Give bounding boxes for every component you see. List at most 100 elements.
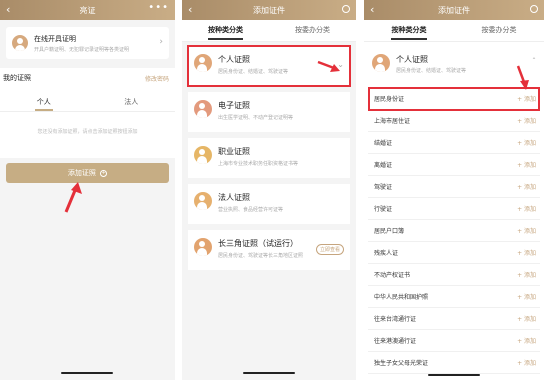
online-certificate-card[interactable]: 在线开具证明 开具户籍证明、无犯罪记录证明等各类证明 ›: [6, 27, 169, 59]
cert-name: 行驶证: [374, 206, 393, 213]
view-now-badge[interactable]: 立即查看: [315, 244, 344, 255]
cert-type-tabs: 个人 法人: [0, 92, 175, 112]
cert-name: 结婚证: [374, 140, 393, 147]
cert-name: 残疾人证: [374, 250, 399, 257]
screen-my-certificates: ‹ 亮证 ••• 在线开具证明 开具户籍证明、无犯罪记录证明等各类证明 › 我的…: [0, 0, 175, 380]
more-dots-icon[interactable]: •••: [148, 2, 169, 13]
cert-name: 往来港澳通行证: [374, 338, 417, 345]
cert-list-item[interactable]: 独生子女父母光荣证 + 添加: [368, 352, 540, 374]
tab-indicator: [35, 109, 53, 111]
header-subtitle: 居民身份证、结婚证、驾驶证等: [396, 68, 467, 74]
home-indicator: [428, 374, 480, 376]
category-professional[interactable]: 职业证照 上海市专业技术职务任职资格证书等: [188, 138, 350, 178]
briefcase-icon: [194, 146, 212, 164]
screen-personal-cert-list: ‹ 添加证件 按种类分类 按委办分类 个人证照 居民身份证、结婚证、驾驶证等 ˆ…: [364, 0, 544, 380]
modify-password-link[interactable]: 修改密码: [145, 74, 169, 83]
page-title: 添加证件: [438, 5, 470, 15]
add-certificate-label: 添加证照: [67, 169, 96, 177]
category-subtitle: 出生医学证明、不动产登记证明等: [218, 115, 294, 121]
person-icon: [372, 54, 390, 72]
cert-name: 离婚证: [374, 162, 393, 169]
home-indicator: [243, 372, 295, 374]
my-certs-section: 我的证照 修改密码 个人 法人 您还没有添加证照，请点击添加证照按钮添加: [0, 68, 175, 158]
annotation-arrow-icon: [317, 60, 340, 72]
empty-hint: 您还没有添加证照，请点击添加证照按钮添加: [37, 129, 138, 135]
tab-personal-label: 个人: [36, 98, 51, 106]
category-tabs: 按种类分类 按委办分类: [182, 20, 356, 42]
tab-by-department[interactable]: 按委办分类: [269, 20, 356, 41]
user-avatar-icon: [12, 35, 28, 51]
category-electronic[interactable]: 电子证照 出生医学证明、不动产登记证明等: [188, 92, 350, 132]
cert-list-item[interactable]: 往来港澳通行证 + 添加: [368, 330, 540, 352]
add-cert-button[interactable]: + 添加: [517, 226, 536, 235]
cert-list-item[interactable]: 行驶证 + 添加: [368, 198, 540, 220]
region-icon: [194, 238, 212, 256]
add-cert-button[interactable]: + 添加: [517, 160, 536, 169]
title-bar: ‹ 添加证件: [364, 0, 544, 20]
category-subtitle: 营业执照、食品经营许可证等: [218, 207, 284, 213]
search-icon[interactable]: [530, 5, 538, 13]
cert-name: 中华人民共和国护照: [374, 294, 429, 301]
title-bar: ‹ 亮证 •••: [0, 0, 175, 20]
chevron-left-icon[interactable]: ‹: [188, 3, 192, 16]
home-indicator: [61, 372, 113, 374]
add-cert-button[interactable]: + 添加: [517, 116, 536, 125]
tab-legal-person[interactable]: 法人: [88, 92, 176, 111]
chevron-right-icon: ›: [159, 37, 163, 47]
cert-list-item[interactable]: 不动产权证书 + 添加: [368, 264, 540, 286]
tab-by-type[interactable]: 按种类分类: [364, 20, 454, 41]
category-title: 法人证照: [218, 193, 250, 202]
search-icon[interactable]: [342, 5, 350, 13]
cert-list-item[interactable]: 驾驶证 + 添加: [368, 176, 540, 198]
title-bar: ‹ 添加证件: [182, 0, 356, 20]
cert-list-item[interactable]: 居民户口簿 + 添加: [368, 220, 540, 242]
online-cert-subtitle: 开具户籍证明、无犯罪记录证明等各类证明: [34, 47, 130, 53]
cert-name: 往来台湾通行证: [374, 316, 417, 323]
page-title: 亮证: [79, 5, 96, 15]
cert-list-item[interactable]: 离婚证 + 添加: [368, 154, 540, 176]
chevron-left-icon[interactable]: ‹: [370, 3, 374, 16]
add-cert-button[interactable]: + 添加: [517, 138, 536, 147]
chevron-up-icon: ˆ: [532, 57, 536, 66]
cert-list-item[interactable]: 上海市居住证 + 添加: [368, 110, 540, 132]
cert-name: 不动产权证书: [374, 272, 411, 279]
category-subtitle: 居民身份证、驾驶证等长三角地区证照: [218, 253, 304, 259]
my-certs-label: 我的证照: [3, 74, 31, 82]
add-cert-button[interactable]: + 添加: [517, 248, 536, 257]
screen-add-certificate: ‹ 添加证件 按种类分类 按委办分类 个人证照 居民身份证、结婚证、驾驶证等 ⌄…: [182, 0, 356, 380]
cert-name: 上海市居住证: [374, 118, 411, 125]
chevron-left-icon[interactable]: ‹: [6, 3, 10, 16]
cert-list-item[interactable]: 结婚证 + 添加: [368, 132, 540, 154]
cert-list-item[interactable]: 残疾人证 + 添加: [368, 242, 540, 264]
category-subtitle: 上海市专业技术职务任职资格证书等: [218, 161, 299, 167]
page-title: 添加证件: [253, 5, 285, 15]
tab-personal[interactable]: 个人: [0, 92, 88, 111]
tab-by-department[interactable]: 按委办分类: [454, 20, 544, 41]
cert-name: 居民户口簿: [374, 228, 405, 235]
category-tabs: 按种类分类 按委办分类: [364, 20, 544, 42]
cert-name: 驾驶证: [374, 184, 393, 191]
tab-legal-person-label: 法人: [124, 98, 139, 106]
header-title: 个人证照: [396, 55, 428, 64]
add-cert-button[interactable]: + 添加: [517, 314, 536, 323]
add-certificate-button[interactable]: 添加证照 +: [6, 163, 169, 183]
cert-name: 独生子女父母光荣证: [374, 360, 429, 367]
cert-list-item[interactable]: 往来台湾通行证 + 添加: [368, 308, 540, 330]
building-icon: [194, 192, 212, 210]
tab-by-type[interactable]: 按种类分类: [182, 20, 269, 41]
add-cert-button[interactable]: + 添加: [517, 336, 536, 345]
category-legal-person[interactable]: 法人证照 营业执照、食品经营许可证等: [188, 184, 350, 224]
add-cert-button[interactable]: + 添加: [517, 204, 536, 213]
cert-list-item[interactable]: 中华人民共和国护照 + 添加: [368, 286, 540, 308]
annotation-arrow-icon: [516, 65, 529, 90]
online-cert-title: 在线开具证明: [34, 35, 76, 43]
category-title: 电子证照: [218, 101, 250, 110]
category-title: 职业证照: [218, 147, 250, 156]
add-cert-button[interactable]: + 添加: [517, 292, 536, 301]
add-cert-button[interactable]: + 添加: [517, 270, 536, 279]
document-icon: [194, 100, 212, 118]
plus-circle-icon: +: [100, 169, 108, 177]
add-cert-button[interactable]: + 添加: [517, 358, 536, 367]
add-cert-button[interactable]: + 添加: [517, 182, 536, 191]
category-yangtze-delta[interactable]: 长三角证照（试运行） 居民身份证、驾驶证等长三角地区证照 立即查看: [188, 230, 350, 270]
